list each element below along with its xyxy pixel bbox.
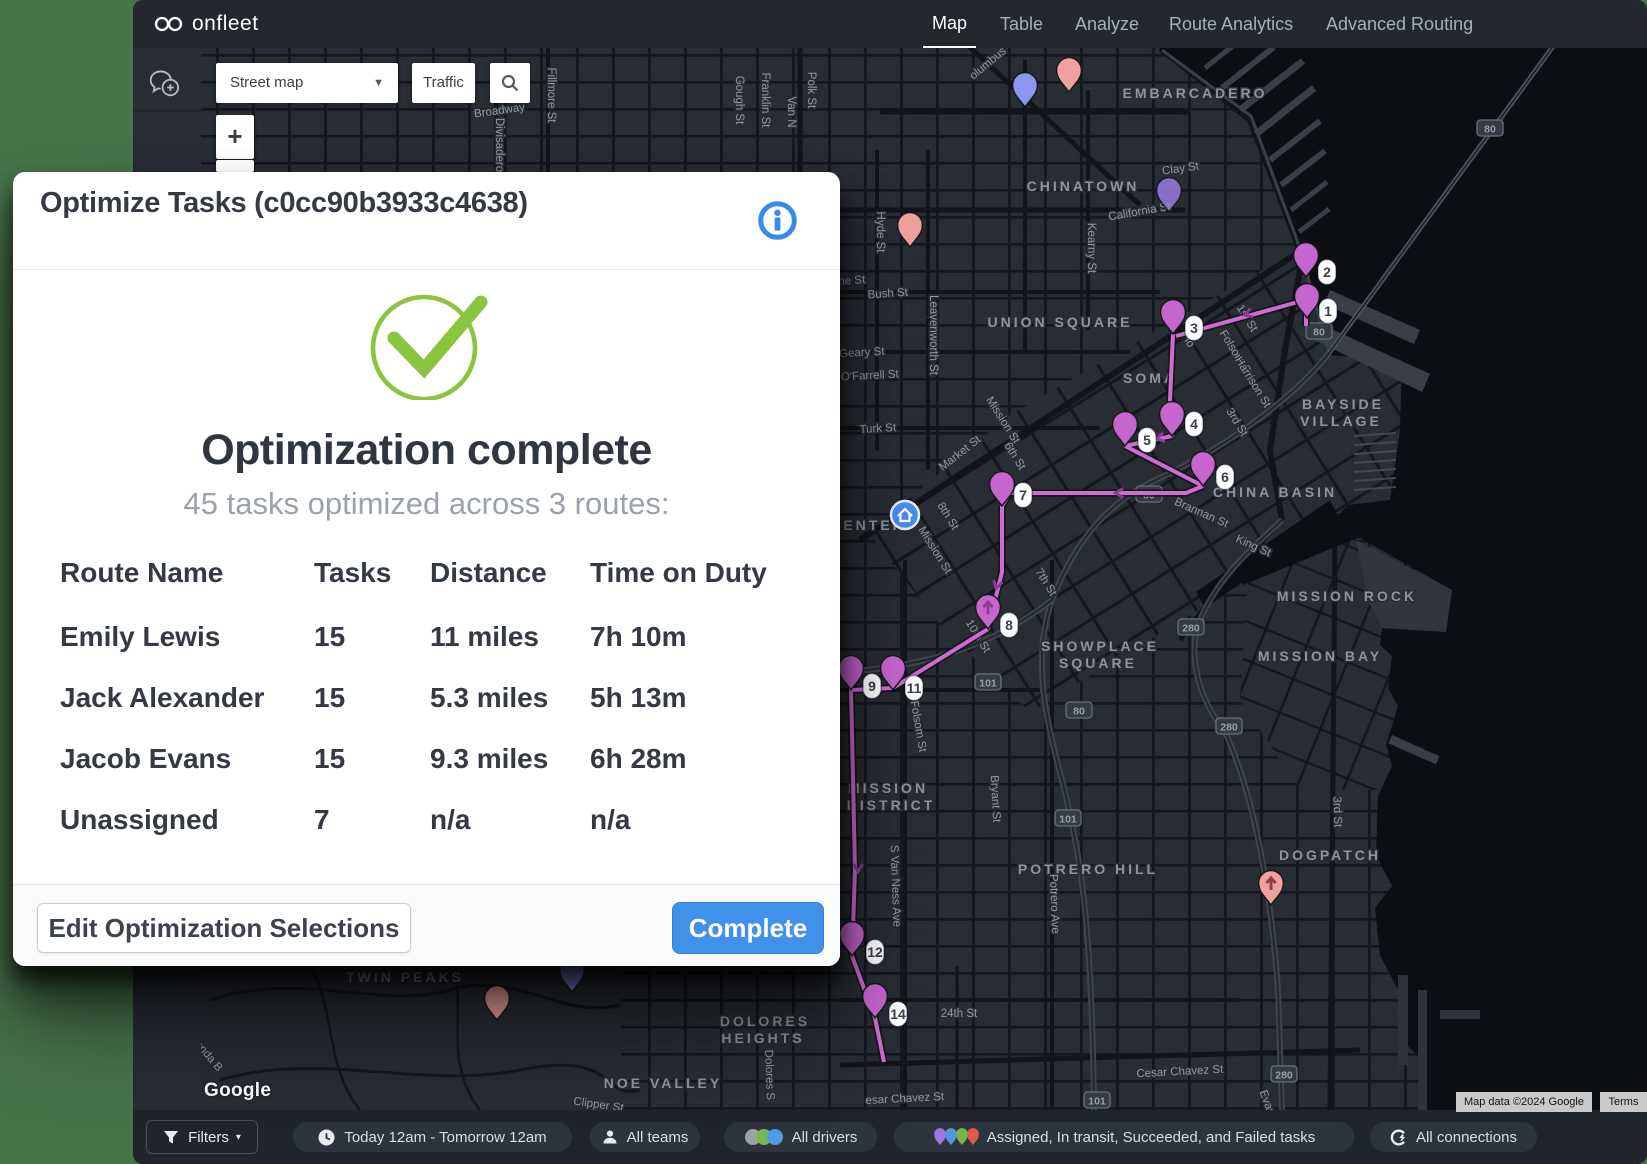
svg-text:8: 8 (1005, 617, 1013, 633)
svg-text:7: 7 (1019, 487, 1027, 503)
svg-text:Fillmore St: Fillmore St (545, 68, 557, 124)
svg-text:101: 101 (1088, 1096, 1106, 1108)
svg-text:3rd St: 3rd St (1330, 796, 1343, 828)
svg-text:6: 6 (1221, 469, 1229, 485)
svg-text:Dolores S: Dolores S (762, 1049, 776, 1100)
svg-text:Van N: Van N (785, 96, 797, 127)
svg-text:14: 14 (890, 1006, 906, 1022)
svg-text:Bryant St: Bryant St (988, 775, 1003, 824)
svg-text:Gough St: Gough St (733, 76, 745, 125)
svg-text:DISTRICT: DISTRICT (847, 797, 936, 813)
svg-text:3: 3 (1190, 320, 1198, 336)
svg-text:EMBARCADERO: EMBARCADERO (1123, 85, 1268, 101)
svg-text:280: 280 (1275, 1070, 1293, 1082)
svg-text:NOE VALLEY: NOE VALLEY (604, 1075, 722, 1091)
svg-text:80: 80 (1073, 706, 1085, 718)
svg-text:Polk St: Polk St (805, 72, 817, 109)
svg-text:VILLAGE: VILLAGE (1300, 413, 1382, 429)
svg-text:DOGPATCH: DOGPATCH (1279, 847, 1381, 863)
svg-text:MISSION ROCK: MISSION ROCK (1277, 588, 1417, 604)
svg-text:1: 1 (1324, 303, 1332, 319)
svg-text:Leavenworth St: Leavenworth St (927, 295, 939, 376)
svg-text:Potrero Ave: Potrero Ave (1047, 874, 1061, 934)
svg-text:Turk St: Turk St (859, 422, 897, 436)
svg-text:12: 12 (867, 944, 883, 960)
svg-text:SQUARE: SQUARE (1059, 655, 1137, 671)
svg-text:POTRERO HILL: POTRERO HILL (1018, 861, 1158, 877)
svg-text:5: 5 (1143, 432, 1151, 448)
svg-text:Geary St: Geary St (839, 346, 886, 360)
svg-text:101: 101 (979, 678, 997, 690)
svg-text:CHINATOWN: CHINATOWN (1027, 178, 1140, 194)
svg-text:24th St: 24th St (941, 1008, 978, 1020)
svg-text:9: 9 (868, 678, 876, 694)
svg-text:Divisadero: Divisadero (493, 118, 505, 172)
svg-text:TWIN PEAKS: TWIN PEAKS (346, 969, 464, 985)
svg-text:4: 4 (1190, 416, 1198, 432)
svg-text:Franklin St: Franklin St (759, 73, 771, 129)
svg-text:Kearny St: Kearny St (1085, 223, 1097, 274)
svg-text:280: 280 (1182, 623, 1200, 635)
svg-text:HEIGHTS: HEIGHTS (721, 1030, 804, 1046)
svg-text:ne St: ne St (838, 274, 866, 288)
svg-text:MISSION: MISSION (848, 780, 928, 796)
svg-text:UNION SQUARE: UNION SQUARE (988, 314, 1133, 330)
svg-text:MISSION BAY: MISSION BAY (1258, 648, 1382, 664)
svg-text:2: 2 (1323, 264, 1331, 280)
svg-text:BAYSIDE: BAYSIDE (1302, 396, 1384, 412)
svg-text:11: 11 (907, 680, 922, 696)
svg-text:80: 80 (1313, 327, 1325, 339)
svg-text:280: 280 (1220, 722, 1238, 734)
svg-text:101: 101 (1059, 814, 1077, 826)
svg-text:Hyde St: Hyde St (874, 212, 886, 254)
svg-text:80: 80 (1484, 124, 1496, 136)
svg-text:SHOWPLACE: SHOWPLACE (1041, 638, 1159, 654)
svg-text:DOLORES: DOLORES (720, 1013, 810, 1029)
